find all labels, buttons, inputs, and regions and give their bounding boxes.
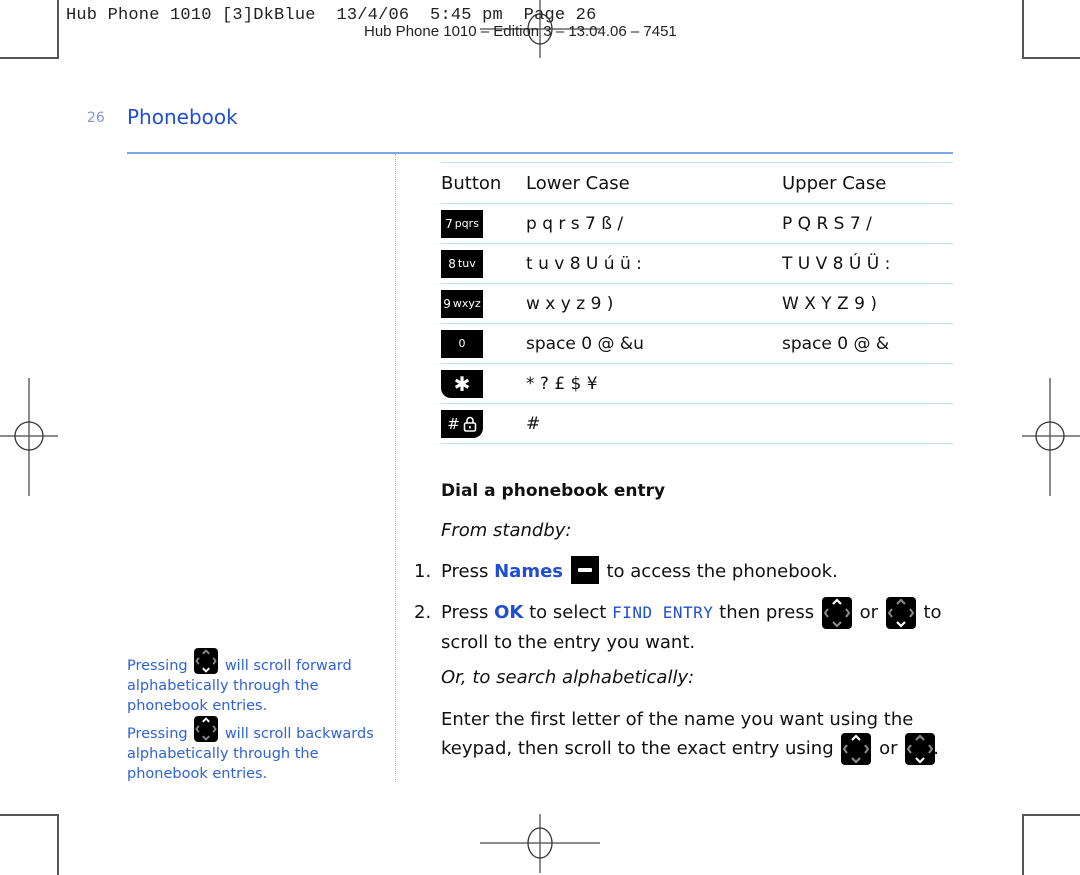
crop-mark-bottom-right: [1022, 814, 1080, 875]
registration-mark-bottom: [480, 814, 600, 873]
title-rule: [127, 152, 953, 154]
crop-mark-bottom-left: [0, 814, 59, 875]
navigation-up-icon: [821, 597, 852, 629]
lower-case-chars: space 0 @ &u: [526, 333, 644, 354]
navigation-down-icon: [194, 648, 219, 674]
step-2: 2. Press OK to select FIND ENTRY then pre…: [414, 597, 954, 656]
navigation-down-icon: [905, 733, 936, 765]
crop-mark-top-right: [1022, 0, 1080, 59]
lower-case-chars: p q r s 7 ß /: [526, 213, 624, 234]
upper-case-chars: space 0 @ &: [782, 333, 890, 354]
character-table: Button Lower Case Upper Case 7 pqrs p q r…: [441, 162, 953, 444]
left-softkey-icon: [570, 556, 599, 584]
table-row: 9 wxyz w x y z 9 ) W X Y Z 9 ): [441, 284, 953, 323]
navigation-down-icon: [885, 597, 916, 629]
registration-mark-left: [0, 378, 58, 496]
table-rule: [441, 443, 953, 444]
lower-case-chars: t u v 8 U ú ü :: [526, 253, 642, 274]
key-hash-icon: #: [441, 409, 483, 438]
sidebar-note-backward: Pressing will scroll backwards alphabeti…: [127, 716, 377, 784]
lower-case-chars: #: [526, 413, 541, 434]
section-title: Phonebook: [127, 105, 238, 129]
column-divider: [395, 154, 396, 782]
lower-case-chars: * ? £ $ ¥: [526, 373, 598, 394]
key-9-icon: 9 wxyz: [441, 289, 483, 318]
upper-case-chars: T U V 8 Ú Ü :: [782, 253, 891, 274]
col-button: Button: [441, 172, 502, 194]
navigation-up-icon: [194, 716, 219, 742]
find-entry-display-text: FIND ENTRY: [612, 603, 714, 622]
table-row: 8 tuv t u v 8 U ú ü : T U V 8 Ú Ü :: [441, 244, 953, 283]
page-number: 26: [87, 110, 105, 126]
step-1: 1. Press Names to access the phonebook.: [414, 556, 838, 586]
alt-instructions: Enter the first letter of the name you w…: [441, 706, 961, 765]
lower-case-chars: w x y z 9 ): [526, 293, 614, 314]
upper-case-chars: W X Y Z 9 ): [782, 293, 877, 314]
table-header: Button Lower Case Upper Case: [441, 163, 953, 203]
names-label: Names: [494, 561, 563, 582]
key-8-icon: 8 tuv: [441, 249, 483, 278]
key-0-icon: 0: [441, 329, 483, 358]
navigation-up-icon: [841, 733, 872, 765]
table-row: 7 pqrs p q r s 7 ß / P Q R S 7 /: [441, 204, 953, 243]
key-star-icon: ✱: [441, 369, 483, 398]
edition-slug: Hub Phone 1010 – Edition 3 – 13.04.06 – …: [364, 23, 677, 36]
table-row: 0 space 0 @ &u space 0 @ &: [441, 324, 953, 363]
key-7-icon: 7 pqrs: [441, 209, 483, 238]
col-upper-case: Upper Case: [782, 172, 887, 194]
alt-search-label: Or, to search alphabetically:: [441, 667, 695, 688]
sidebar-note-forward: Pressing will scroll forward alphabetica…: [127, 648, 377, 716]
ok-label: OK: [494, 602, 524, 623]
registration-mark-right: [1022, 378, 1080, 496]
crop-mark-top-left: [0, 0, 59, 59]
from-standby-label: From standby:: [441, 520, 572, 541]
table-row: # #: [441, 404, 953, 443]
keypad-lock-icon: [463, 416, 477, 432]
table-row: ✱ * ? £ $ ¥: [441, 364, 953, 403]
subheading: Dial a phonebook entry: [441, 481, 666, 501]
upper-case-chars: P Q R S 7 /: [782, 213, 872, 234]
col-lower-case: Lower Case: [526, 172, 630, 194]
